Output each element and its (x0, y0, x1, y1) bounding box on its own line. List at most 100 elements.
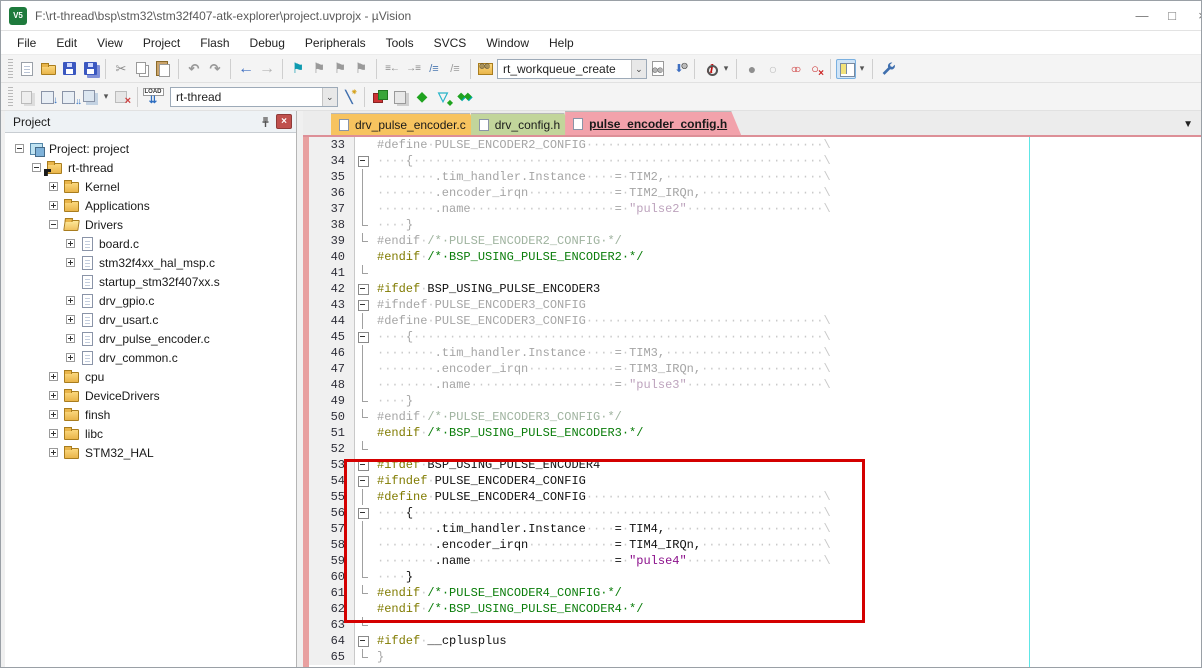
tree-item-rt-thread[interactable]: rt-thread (5, 158, 296, 177)
code-line[interactable] (373, 441, 1201, 457)
tree-item-drv-gpio-c[interactable]: drv_gpio.c (5, 291, 296, 310)
tree-item-applications[interactable]: Applications (5, 196, 296, 215)
code-line[interactable]: #define·PULSE_ENCODER3_CONFIG···········… (373, 313, 1201, 329)
chevron-down-icon[interactable]: ⌄ (631, 60, 646, 78)
expand-icon[interactable] (49, 201, 58, 210)
copy-button[interactable] (132, 59, 152, 79)
tree-item-stm32f4xx-hal-msp-c[interactable]: stm32f4xx_hal_msp.c (5, 253, 296, 272)
code-line[interactable]: ········.tim_handler.Instance····=·TIM4,… (373, 521, 1201, 537)
target-select-input[interactable] (171, 90, 322, 104)
editor-code-area[interactable]: 33#define·PULSE_ENCODER2_CONFIG·········… (303, 137, 1201, 667)
lookup-definition-button[interactable] (700, 59, 720, 79)
navigate-forward-button[interactable] (257, 59, 277, 79)
download-button[interactable] (143, 87, 163, 107)
open-file-button[interactable] (38, 59, 58, 79)
collapse-icon[interactable] (32, 163, 41, 172)
save-button[interactable] (59, 59, 79, 79)
panel-close-button[interactable] (276, 114, 292, 129)
code-line[interactable]: #endif·/*·BSP_USING_PULSE_ENCODER2·*/ (373, 249, 1201, 265)
tab-drv_pulse_encoder-c[interactable]: drv_pulse_encoder.c (331, 113, 480, 135)
clear-bookmarks-button[interactable] (351, 59, 371, 79)
disable-all-breakpoints-button[interactable] (784, 59, 804, 79)
toggle-bookmark-button[interactable] (288, 59, 308, 79)
minimize-button[interactable]: — (1127, 4, 1157, 28)
save-all-button[interactable] (80, 59, 100, 79)
code-line[interactable]: ····} (373, 569, 1201, 585)
search-combobox[interactable]: ⌄ (497, 59, 647, 79)
code-line[interactable]: } (373, 649, 1201, 665)
menu-view[interactable]: View (87, 33, 133, 53)
code-line[interactable]: #ifndef·PULSE_ENCODER4_CONFIG (373, 473, 1201, 489)
stop-build-button[interactable] (112, 87, 132, 107)
code-line[interactable]: #endif·/*·BSP_USING_PULSE_ENCODER4·*/ (373, 601, 1201, 617)
expand-icon[interactable] (66, 239, 75, 248)
expand-icon[interactable] (49, 448, 58, 457)
code-line[interactable]: #ifndef·PULSE_ENCODER3_CONFIG (373, 297, 1201, 313)
new-file-button[interactable] (17, 59, 37, 79)
code-line[interactable]: ····{···································… (373, 329, 1201, 345)
menu-window[interactable]: Window (476, 33, 539, 53)
cut-button[interactable] (111, 59, 131, 79)
collapse-icon[interactable] (15, 144, 24, 153)
manage-books-button[interactable] (391, 87, 411, 107)
prev-bookmark-button[interactable] (309, 59, 329, 79)
code-line[interactable]: ····{···································… (373, 505, 1201, 521)
tree-item-drv-pulse-encoder-c[interactable]: drv_pulse_encoder.c (5, 329, 296, 348)
tree-item-kernel[interactable]: Kernel (5, 177, 296, 196)
batch-build-dropdown-arrow[interactable]: ▾ (101, 91, 111, 102)
comment-selection-button[interactable] (424, 59, 444, 79)
uncomment-selection-button[interactable] (445, 59, 465, 79)
menu-debug[interactable]: Debug (240, 33, 295, 53)
code-line[interactable]: ····} (373, 217, 1201, 233)
expand-icon[interactable] (49, 182, 58, 191)
tree-item-devicedrivers[interactable]: DeviceDrivers (5, 386, 296, 405)
menu-help[interactable]: Help (539, 33, 584, 53)
expand-icon[interactable] (66, 315, 75, 324)
code-line[interactable]: #endif·/*·PULSE_ENCODER3_CONFIG·*/ (373, 409, 1201, 425)
tab-drv_config-h[interactable]: drv_config.h (471, 113, 574, 135)
tab-list-dropdown-arrow[interactable]: ▼ (1183, 119, 1193, 130)
code-line[interactable]: ········.tim_handler.Instance····=·TIM3,… (373, 345, 1201, 361)
code-line[interactable]: ········.encoder_irqn············=·TIM4_… (373, 537, 1201, 553)
menu-flash[interactable]: Flash (190, 33, 239, 53)
tree-item-startup-stm32f407xx-s[interactable]: startup_stm32f407xx.s (5, 272, 296, 291)
enable-disable-breakpoint-button[interactable] (763, 59, 783, 79)
indent-button[interactable] (403, 59, 423, 79)
code-line[interactable]: ····{···································… (373, 153, 1201, 169)
code-line[interactable]: ········.encoder_irqn············=·TIM2_… (373, 185, 1201, 201)
project-windows-dropdown-arrow[interactable]: ▾ (857, 63, 867, 74)
undo-button[interactable] (184, 59, 204, 79)
navigate-back-button[interactable] (236, 59, 256, 79)
paste-button[interactable] (153, 59, 173, 79)
collapse-icon[interactable] (49, 220, 58, 229)
manage-project-items-button[interactable] (370, 87, 390, 107)
tree-item-cpu[interactable]: cpu (5, 367, 296, 386)
code-line[interactable]: ········.name····················=·"puls… (373, 201, 1201, 217)
build-button[interactable] (38, 87, 58, 107)
find-in-files-button[interactable] (476, 59, 496, 79)
code-line[interactable]: #define·PULSE_ENCODER4_CONFIG···········… (373, 489, 1201, 505)
code-line[interactable]: ····} (373, 393, 1201, 409)
code-line[interactable]: #define·PULSE_ENCODER2_CONFIG···········… (373, 137, 1201, 153)
tab-pulse_encoder_config-h[interactable]: pulse_encoder_config.h (565, 111, 741, 135)
tree-item-libc[interactable]: libc (5, 424, 296, 443)
code-line[interactable]: ········.name····················=·"puls… (373, 377, 1201, 393)
expand-icon[interactable] (66, 296, 75, 305)
menu-project[interactable]: Project (133, 33, 190, 53)
target-select-combobox[interactable]: ⌄ (170, 87, 338, 107)
menu-svcs[interactable]: SVCS (424, 33, 477, 53)
kill-all-breakpoints-button[interactable] (805, 59, 825, 79)
code-line[interactable]: #ifdef·BSP_USING_PULSE_ENCODER4 (373, 457, 1201, 473)
menu-edit[interactable]: Edit (46, 33, 87, 53)
chevron-down-icon[interactable]: ⌄ (322, 88, 337, 106)
lookup-dropdown-arrow[interactable]: ▾ (721, 63, 731, 74)
fold-collapse-marker[interactable] (355, 297, 373, 313)
fold-collapse-marker[interactable] (355, 473, 373, 489)
expand-icon[interactable] (66, 353, 75, 362)
tree-item-board-c[interactable]: board.c (5, 234, 296, 253)
code-line[interactable]: #ifdef·BSP_USING_PULSE_ENCODER3 (373, 281, 1201, 297)
translate-file-button[interactable] (17, 87, 37, 107)
incremental-find-button[interactable] (669, 59, 689, 79)
tree-item-drv-usart-c[interactable]: drv_usart.c (5, 310, 296, 329)
fold-collapse-marker[interactable] (355, 457, 373, 473)
